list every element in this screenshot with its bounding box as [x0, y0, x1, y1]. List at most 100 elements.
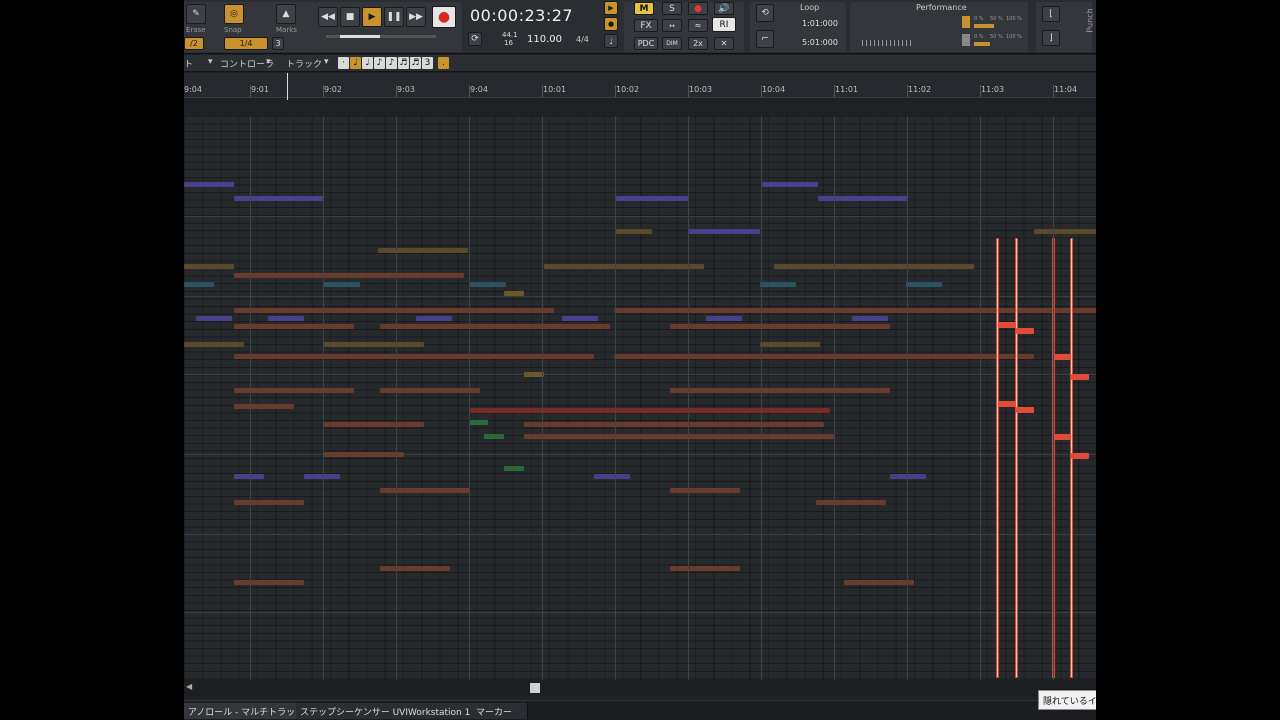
controller-menu-arrow[interactable]: ▾: [266, 57, 271, 67]
ghost-note[interactable]: [324, 452, 404, 457]
scroll-left-icon[interactable]: ◀: [186, 682, 192, 691]
ghost-note[interactable]: [852, 316, 888, 321]
ghost-note[interactable]: [268, 316, 304, 321]
selected-note-stem[interactable]: [1015, 238, 1018, 678]
ghost-note[interactable]: [196, 316, 232, 321]
sync-icon[interactable]: ⟳: [468, 32, 482, 46]
ghost-note[interactable]: [380, 388, 480, 393]
fx-button[interactable]: FX: [634, 19, 658, 32]
play-mode-button[interactable]: ▶: [604, 1, 618, 15]
scroll-thumb[interactable]: [530, 683, 540, 693]
ghost-note[interactable]: [184, 342, 244, 347]
ghost-note[interactable]: [234, 500, 304, 505]
dim-button[interactable]: DIM: [662, 37, 682, 50]
selected-note[interactable]: [1071, 374, 1089, 380]
triplet-note-button[interactable]: 3: [422, 57, 433, 69]
triplet-button[interactable]: 3: [272, 37, 284, 50]
ghost-note[interactable]: [504, 466, 524, 471]
ghost-note[interactable]: [524, 434, 834, 439]
monitor-button[interactable]: 🔊: [714, 2, 734, 15]
stop-button[interactable]: ■: [340, 7, 360, 27]
ghost-note[interactable]: [762, 182, 818, 187]
horizontal-scrollbar[interactable]: ◀: [184, 680, 1096, 696]
ghost-note[interactable]: [324, 422, 424, 427]
transport-position-slider[interactable]: [326, 35, 436, 38]
ghost-note[interactable]: [706, 316, 742, 321]
mute-button[interactable]: M: [634, 2, 654, 15]
arm-button[interactable]: ●: [688, 2, 708, 15]
edit-menu[interactable]: ト: [184, 57, 193, 70]
ghost-note[interactable]: [816, 500, 886, 505]
half-note-button[interactable]: ♩: [362, 57, 373, 69]
selected-note[interactable]: [1071, 453, 1089, 459]
ghost-note[interactable]: [562, 316, 598, 321]
dot-note-button[interactable]: .: [438, 57, 449, 69]
ghost-note[interactable]: [670, 488, 740, 493]
marks-button[interactable]: ▲: [276, 4, 296, 24]
play-button[interactable]: ▶: [362, 7, 382, 27]
ghost-note[interactable]: [324, 282, 360, 287]
pdc-button[interactable]: PDC: [634, 37, 658, 50]
ghost-note[interactable]: [484, 434, 504, 439]
record-mode-button[interactable]: ●: [604, 17, 618, 31]
automation-button[interactable]: ≈: [688, 19, 708, 32]
ghost-note[interactable]: [616, 229, 652, 234]
ghost-note[interactable]: [234, 196, 324, 201]
ri-button[interactable]: RI: [712, 17, 736, 32]
ghost-note[interactable]: [544, 264, 704, 269]
fast-forward-button[interactable]: ▶▶: [406, 7, 426, 27]
selected-note[interactable]: [1016, 407, 1034, 413]
ghost-note[interactable]: [184, 182, 234, 187]
ghost-note[interactable]: [378, 248, 468, 253]
ghost-note[interactable]: [594, 474, 630, 479]
ghost-note[interactable]: [234, 354, 594, 359]
selected-note[interactable]: [1053, 434, 1071, 440]
ghost-note[interactable]: [470, 282, 506, 287]
selected-note-stem[interactable]: [996, 238, 999, 678]
ghost-note[interactable]: [670, 324, 890, 329]
ghost-note[interactable]: [234, 404, 294, 409]
ghost-note[interactable]: [470, 408, 830, 413]
track-menu[interactable]: トラック: [286, 57, 322, 70]
whole-note-button[interactable]: ♩: [350, 57, 361, 69]
snap-toggle-button[interactable]: ◎: [224, 4, 244, 24]
ghost-note[interactable]: [470, 420, 488, 425]
ghost-note[interactable]: [906, 282, 942, 287]
frac-button[interactable]: /2: [184, 37, 204, 50]
ghost-note[interactable]: [234, 474, 264, 479]
tempo-display[interactable]: 110.00: [527, 34, 562, 45]
punch-in-button[interactable]: ⌊: [1042, 6, 1060, 22]
loop-start[interactable]: 1:01:000: [802, 19, 838, 28]
ghost-note[interactable]: [234, 324, 354, 329]
tab-step-sequencer[interactable]: ステップシーケンサー UVIWorkstation 1: [296, 703, 476, 719]
snap-value-select[interactable]: 1/4: [224, 37, 268, 50]
record-button[interactable]: ●: [432, 6, 456, 28]
ghost-note[interactable]: [670, 566, 740, 571]
rewind-button[interactable]: ◀◀: [318, 7, 338, 27]
ghost-note[interactable]: [234, 308, 554, 313]
thirtysecond-note-button[interactable]: ♬: [410, 57, 421, 69]
ghost-note[interactable]: [234, 388, 354, 393]
ghost-note[interactable]: [760, 342, 820, 347]
ghost-note[interactable]: [380, 488, 470, 493]
ghost-note[interactable]: [234, 273, 354, 278]
ghost-note[interactable]: [524, 422, 824, 427]
selected-note[interactable]: [998, 401, 1016, 407]
ghost-note[interactable]: [1034, 229, 1096, 234]
selected-note[interactable]: [1016, 328, 1034, 334]
solo-button[interactable]: S: [662, 2, 682, 15]
selected-note[interactable]: [998, 322, 1016, 328]
time-ruler[interactable]: 9:04 9:01 9:02 9:03 9:04 10:01 10:02 10:03 10:04…: [184, 73, 1096, 98]
quarter-note-button[interactable]: ♪: [374, 57, 385, 69]
ghost-note[interactable]: [184, 264, 234, 269]
ghost-note[interactable]: [324, 342, 424, 347]
meter-display[interactable]: 4/4: [576, 35, 589, 44]
loop-set-button[interactable]: ⌐: [756, 30, 774, 48]
erase-tool-button[interactable]: ✎: [186, 4, 206, 24]
tab-markers[interactable]: マーカー: [472, 703, 528, 719]
ghost-note[interactable]: [844, 580, 914, 585]
eighth-note-button[interactable]: ♪: [386, 57, 397, 69]
double-speed-button[interactable]: 2x: [688, 37, 708, 50]
ghost-note[interactable]: [818, 196, 908, 201]
punch-out-button[interactable]: ⌋: [1042, 30, 1060, 46]
